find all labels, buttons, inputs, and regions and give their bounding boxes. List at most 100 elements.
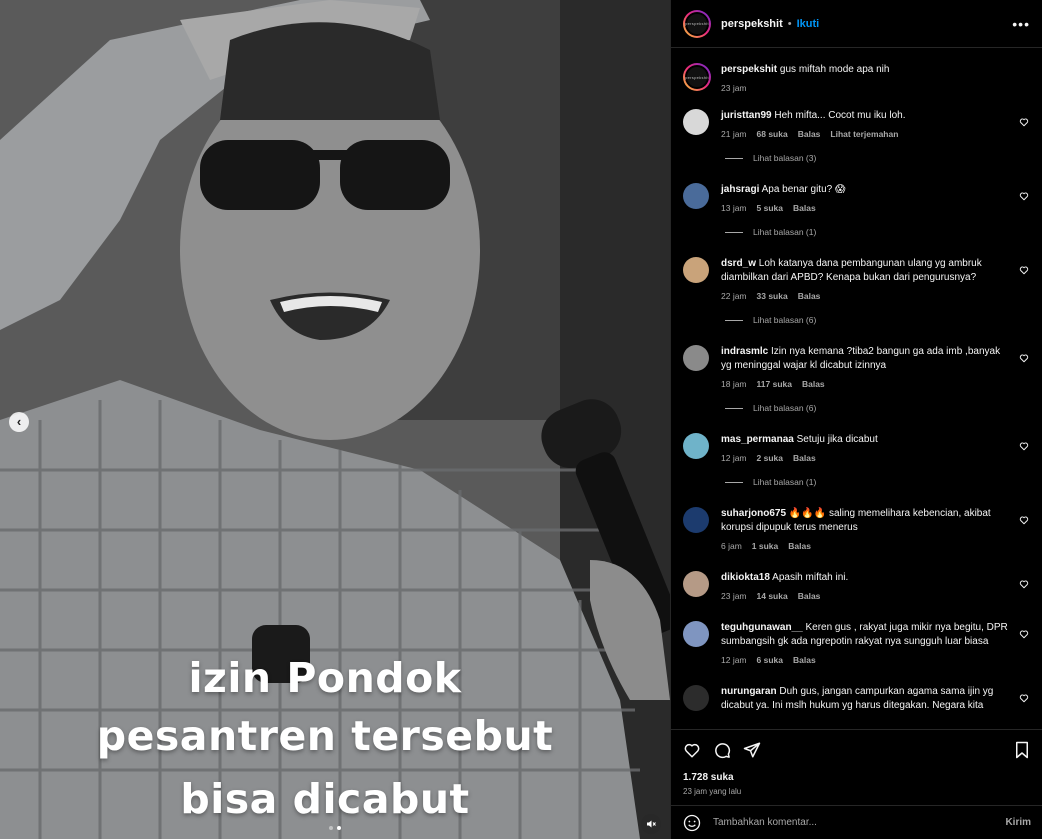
reply-button[interactable]: Balas: [798, 129, 821, 139]
commenter-username[interactable]: suharjono675: [721, 508, 786, 519]
commenter-avatar[interactable]: [683, 571, 709, 597]
commenter-avatar[interactable]: [683, 183, 709, 209]
comment-like-heart-icon[interactable]: [1019, 191, 1029, 201]
comment-time: 21 jam: [721, 129, 747, 139]
comment-like-heart-icon[interactable]: [1019, 117, 1029, 127]
speaker-muted-icon: [647, 820, 656, 828]
view-replies-button[interactable]: Lihat balasan (6): [725, 315, 1031, 325]
reply-button[interactable]: Balas: [798, 291, 821, 301]
comment-item: dikiokta18 Apasih miftah ini. 23 jam 14 …: [683, 571, 1031, 601]
post-side-panel: perspekshit perspekshit • Ikuti ••• pers…: [670, 0, 1042, 839]
caption-time: 23 jam: [721, 83, 747, 93]
comment-like-count[interactable]: 5 suka: [757, 203, 783, 213]
comment-like-count[interactable]: 68 suka: [757, 129, 788, 139]
save-bookmark-icon[interactable]: [1013, 741, 1031, 759]
comment-like-heart-icon[interactable]: [1019, 693, 1029, 703]
comment-item: dsrd_w Loh katanya dana pembangunan ulan…: [683, 257, 1031, 301]
commenter-avatar[interactable]: [683, 257, 709, 283]
comment-like-count[interactable]: 14 suka: [757, 591, 788, 601]
comments-list[interactable]: perspekshit perspekshit gus miftah mode …: [671, 49, 1042, 722]
post-actions: 1.728 suka 23 jam yang lalu: [671, 729, 1042, 796]
emoji-icon[interactable]: [683, 814, 701, 832]
follow-button[interactable]: Ikuti: [797, 18, 820, 30]
commenter-username[interactable]: jahsragi: [721, 184, 759, 195]
commenter-username[interactable]: nurungaran: [721, 686, 777, 697]
comment-item: juristtan99 Heh mifta... Cocot mu iku lo…: [683, 109, 1031, 139]
chevron-left-icon: ‹: [16, 414, 22, 429]
mute-button[interactable]: [641, 814, 661, 834]
more-options-icon[interactable]: •••: [1012, 16, 1030, 32]
reply-button[interactable]: Balas: [802, 379, 825, 389]
comment-time: 12 jam: [721, 655, 747, 665]
reply-button[interactable]: Balas: [793, 655, 816, 665]
comment-like-count[interactable]: 6 suka: [757, 655, 783, 665]
comment-item: jahsragi Apa benar gitu? 😱 13 jam 5 suka…: [683, 183, 1031, 213]
comment-text: Apasih miftah ini.: [772, 572, 849, 583]
like-count[interactable]: 1.728 suka: [683, 772, 1031, 783]
replies-divider: [725, 481, 743, 483]
see-translation-button[interactable]: Lihat terjemahan: [830, 129, 898, 139]
author-avatar[interactable]: perspekshit: [683, 9, 711, 38]
comment-like-heart-icon[interactable]: [1019, 579, 1029, 589]
comment-like-heart-icon[interactable]: [1019, 441, 1029, 451]
slide-dot: [329, 826, 333, 830]
previous-slide-button[interactable]: ‹: [9, 412, 29, 432]
comment-input[interactable]: [713, 817, 1006, 828]
commenter-avatar[interactable]: [683, 433, 709, 459]
comment-like-count[interactable]: 117 suka: [757, 379, 792, 389]
share-send-icon[interactable]: [743, 741, 761, 759]
post-caption: perspekshit perspekshit gus miftah mode …: [683, 63, 1031, 93]
view-replies-label: Lihat balasan (1): [753, 477, 817, 487]
view-replies-button[interactable]: Lihat balasan (3): [725, 153, 1031, 163]
comment-like-heart-icon[interactable]: [1019, 353, 1029, 363]
comment-like-heart-icon[interactable]: [1019, 629, 1029, 639]
reply-button[interactable]: Balas: [793, 203, 816, 213]
separator-dot: •: [787, 17, 792, 30]
commenter-username[interactable]: teguhgunawan__: [721, 622, 803, 633]
comment-like-count[interactable]: 2 suka: [757, 453, 783, 463]
comment-item: suharjono675 🔥🔥🔥 saling memelihara keben…: [683, 507, 1031, 551]
view-replies-label: Lihat balasan (1): [753, 227, 817, 237]
comment-item: teguhgunawan__ Keren gus , rakyat juga m…: [683, 621, 1031, 665]
post-timestamp: 23 jam yang lalu: [683, 787, 742, 796]
post-comment-button[interactable]: Kirim: [1005, 817, 1031, 828]
commenter-username[interactable]: dsrd_w: [721, 258, 756, 269]
comment-time: 12 jam: [721, 453, 747, 463]
view-replies-button[interactable]: Lihat balasan (1): [725, 477, 1031, 487]
comment-like-count[interactable]: 33 suka: [757, 291, 788, 301]
reply-button[interactable]: Balas: [793, 453, 816, 463]
commenter-avatar[interactable]: [683, 345, 709, 371]
reply-button[interactable]: Balas: [788, 541, 811, 551]
commenter-avatar[interactable]: [683, 109, 709, 135]
slide-dot-active: [337, 826, 341, 830]
post-header: perspekshit perspekshit • Ikuti •••: [671, 0, 1042, 48]
replies-divider: [725, 319, 743, 321]
reply-button[interactable]: Balas: [798, 591, 821, 601]
commenter-avatar[interactable]: [683, 621, 709, 647]
commenter-username[interactable]: juristtan99: [721, 110, 772, 121]
like-heart-icon[interactable]: [683, 741, 701, 759]
comment-time: 23 jam: [721, 591, 747, 601]
view-replies-label: Lihat balasan (6): [753, 315, 817, 325]
comment-text: Loh katanya dana pembangunan ulang yg am…: [721, 258, 982, 283]
comment-bubble-icon[interactable]: [713, 741, 731, 759]
view-replies-button[interactable]: Lihat balasan (1): [725, 227, 1031, 237]
view-replies-label: Lihat balasan (6): [753, 403, 817, 413]
comment-like-count[interactable]: 1 suka: [752, 541, 778, 551]
comment-like-heart-icon[interactable]: [1019, 515, 1029, 525]
view-replies-button[interactable]: Lihat balasan (6): [725, 403, 1031, 413]
commenter-username[interactable]: indrasmlc: [721, 346, 768, 357]
commenter-avatar[interactable]: [683, 507, 709, 533]
author-username[interactable]: perspekshit: [721, 18, 783, 30]
comment-time: 13 jam: [721, 203, 747, 213]
commenter-username[interactable]: dikiokta18: [721, 572, 770, 583]
post-media[interactable]: izin Pondok pesantren tersebut bisa dica…: [0, 0, 670, 839]
comment-item: mas_permanaa Setuju jika dicabut 12 jam …: [683, 433, 1031, 463]
author-avatar-image: perspekshit: [685, 11, 709, 36]
caption-avatar[interactable]: perspekshit: [683, 63, 711, 91]
comment-like-heart-icon[interactable]: [1019, 265, 1029, 275]
commenter-avatar[interactable]: [683, 685, 709, 711]
commenter-username[interactable]: mas_permanaa: [721, 434, 794, 445]
slide-indicator: [329, 826, 341, 830]
caption-username[interactable]: perspekshit: [721, 64, 777, 75]
